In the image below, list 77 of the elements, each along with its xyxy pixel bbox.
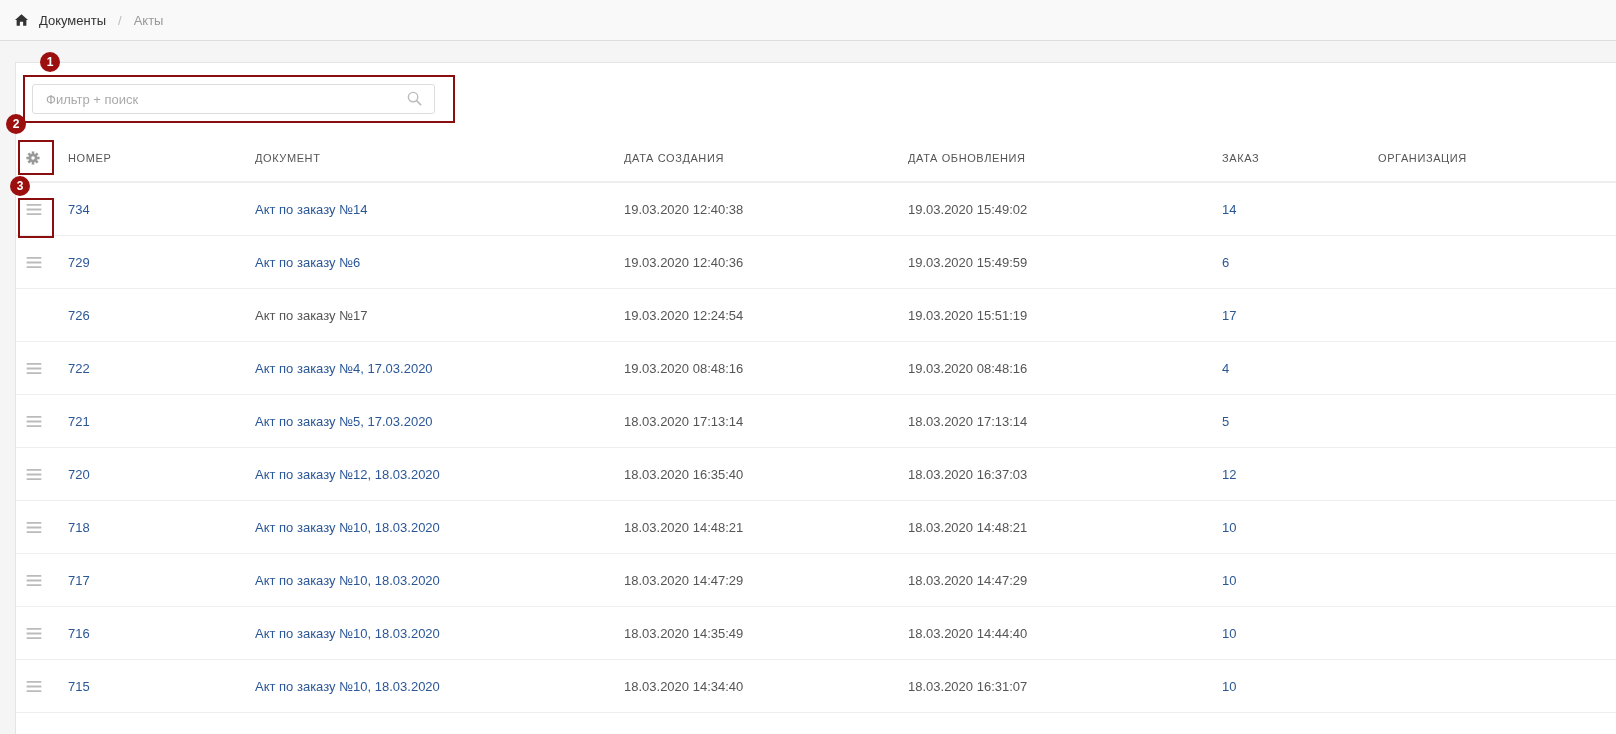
- table-cell: 19.03.2020 12:40:38: [624, 201, 744, 217]
- document-link[interactable]: Акт по заказу №12, 18.03.2020: [255, 466, 440, 482]
- document-link[interactable]: Акт по заказу №10, 18.03.2020: [255, 625, 440, 641]
- order-link[interactable]: 10: [1222, 678, 1237, 694]
- menu-icon[interactable]: [26, 415, 42, 427]
- order-link[interactable]: 10: [1222, 572, 1237, 588]
- search-icon[interactable]: [407, 91, 422, 106]
- menu-icon[interactable]: [26, 680, 42, 692]
- column-header: ДАТА СОЗДАНИЯ: [624, 151, 724, 164]
- menu-icon[interactable]: [26, 574, 42, 586]
- number-link[interactable]: 726: [68, 307, 90, 323]
- settings-icon[interactable]: [26, 150, 40, 165]
- callout-number: 3: [10, 176, 30, 196]
- menu-icon[interactable]: [26, 521, 42, 533]
- table-cell: 18.03.2020 17:13:14: [624, 413, 744, 429]
- highlight-frame: [18, 140, 54, 175]
- table-cell: 18.03.2020 16:37:03: [908, 466, 1028, 482]
- order-link[interactable]: 17: [1222, 307, 1237, 323]
- table-cell: 18.03.2020 14:48:21: [908, 519, 1028, 535]
- number-link[interactable]: 716: [68, 625, 90, 641]
- breadcrumb-separator: /: [118, 12, 122, 28]
- order-link[interactable]: 5: [1222, 413, 1230, 429]
- table-cell: 18.03.2020 14:44:40: [908, 625, 1028, 641]
- table-cell: 18.03.2020 16:35:40: [624, 466, 744, 482]
- number-link[interactable]: 729: [68, 254, 90, 270]
- menu-icon[interactable]: [26, 256, 42, 268]
- table-cell: 18.03.2020 14:48:21: [624, 519, 744, 535]
- callout-number: 2: [6, 114, 26, 134]
- table-cell: 18.03.2020 16:31:07: [908, 678, 1028, 694]
- number-link[interactable]: 722: [68, 360, 90, 376]
- number-link[interactable]: 734: [68, 201, 90, 217]
- order-link[interactable]: 10: [1222, 625, 1237, 641]
- menu-icon[interactable]: [26, 362, 42, 374]
- document-name: Акт по заказу №17: [255, 307, 368, 323]
- table-cell: 19.03.2020 15:51:19: [908, 307, 1028, 323]
- number-link[interactable]: 717: [68, 572, 90, 588]
- document-link[interactable]: Акт по заказу №6: [255, 254, 361, 270]
- number-link[interactable]: 721: [68, 413, 90, 429]
- column-header: ЗАКАЗ: [1222, 151, 1260, 164]
- menu-icon[interactable]: [26, 627, 42, 639]
- menu-icon[interactable]: [26, 468, 42, 480]
- document-link[interactable]: Акт по заказу №14: [255, 201, 368, 217]
- table-cell: 19.03.2020 15:49:59: [908, 254, 1028, 270]
- breadcrumb-item: Акты: [133, 12, 164, 28]
- highlight-frame: [18, 198, 54, 238]
- document-link[interactable]: Акт по заказу №10, 18.03.2020: [255, 519, 440, 535]
- table-cell: 18.03.2020 14:47:29: [624, 572, 744, 588]
- table-cell: 19.03.2020 12:40:36: [624, 254, 744, 270]
- table-cell: 18.03.2020 17:13:14: [908, 413, 1028, 429]
- table-cell: 18.03.2020 14:34:40: [624, 678, 744, 694]
- order-link[interactable]: 4: [1222, 360, 1230, 376]
- number-link[interactable]: 715: [68, 678, 90, 694]
- breadcrumb-item[interactable]: Документы: [39, 12, 106, 28]
- table-cell: 18.03.2020 14:47:29: [908, 572, 1028, 588]
- order-link[interactable]: 6: [1222, 254, 1230, 270]
- order-link[interactable]: 12: [1222, 466, 1237, 482]
- table-cell: 19.03.2020 08:48:16: [624, 360, 744, 376]
- home-icon[interactable]: [15, 14, 28, 26]
- document-link[interactable]: Акт по заказу №5, 17.03.2020: [255, 413, 433, 429]
- number-link[interactable]: 720: [68, 466, 90, 482]
- table-cell: 19.03.2020 15:49:02: [908, 201, 1028, 217]
- document-link[interactable]: Акт по заказу №10, 18.03.2020: [255, 678, 440, 694]
- table-cell: 19.03.2020 12:24:54: [624, 307, 744, 323]
- number-link[interactable]: 718: [68, 519, 90, 535]
- menu-icon[interactable]: [26, 203, 42, 215]
- document-link[interactable]: Акт по заказу №4, 17.03.2020: [255, 360, 433, 376]
- order-link[interactable]: 14: [1222, 201, 1237, 217]
- column-header: НОМЕР: [68, 151, 112, 164]
- document-link[interactable]: Акт по заказу №10, 18.03.2020: [255, 572, 440, 588]
- column-header: ДАТА ОБНОВЛЕНИЯ: [908, 151, 1026, 164]
- column-header: ДОКУМЕНТ: [255, 151, 321, 164]
- search-field[interactable]: Фильтр + поиск: [32, 84, 435, 114]
- table-cell: 19.03.2020 08:48:16: [908, 360, 1028, 376]
- order-link[interactable]: 10: [1222, 519, 1237, 535]
- table-cell: 18.03.2020 14:35:49: [624, 625, 744, 641]
- callout-number: 1: [40, 52, 60, 72]
- column-header: ОРГАНИЗАЦИЯ: [1378, 151, 1467, 164]
